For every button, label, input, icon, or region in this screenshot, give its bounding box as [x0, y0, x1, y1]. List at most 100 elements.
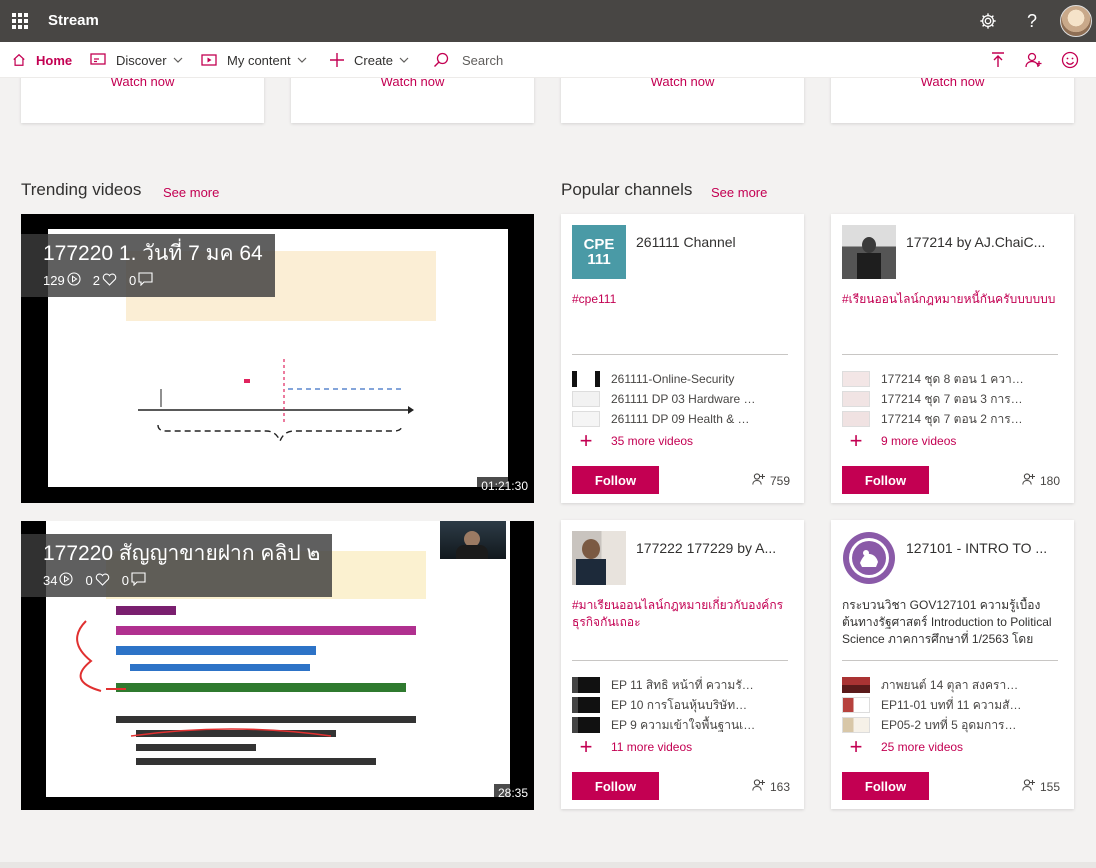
follow-button[interactable]: Follow [842, 466, 929, 494]
discover-icon [90, 53, 106, 67]
video-title: EP05-2 บทที่ 5 อุดมการณ์ท... [881, 717, 1026, 732]
nav-my-content-label: My content [227, 52, 291, 68]
channel-card[interactable]: 127101 - INTRO TO ... กระบวนวิชา GOV1271… [831, 520, 1074, 809]
video-card[interactable]: 177220 สัญญาขายฝาก คลิป ๒ 34 0 0 28:35 [21, 521, 534, 810]
channel-video-list: 261111-Online-Security 261111 DP 03 Hard… [572, 369, 794, 452]
comment-count: 0 [128, 273, 137, 288]
chevron-down-icon [297, 57, 307, 63]
app-name[interactable]: Stream [48, 12, 99, 29]
channel-thumbnail[interactable]: CPE 111 [572, 225, 626, 279]
video-title[interactable]: 177220 1. วันที่ 7 มค 64 [43, 240, 263, 268]
list-item[interactable]: 177214 ชุด 8 ตอน 1 ความร... [842, 369, 1064, 389]
follow-button[interactable]: Follow [842, 772, 929, 800]
video-title: 261111 DP 09 Health & G... [611, 412, 756, 426]
channel-video-list: EP 11 สิทธิ หน้าที่ ความรับผิ... EP 10 ก… [572, 675, 794, 758]
app-bar: Stream ? [0, 0, 1096, 42]
video-thumbnail [572, 371, 600, 387]
nav-home[interactable]: Home [12, 42, 72, 78]
channel-description[interactable]: กระบวนวิชา GOV127101 ความรู้เบื้องต้นทาง… [842, 597, 1062, 649]
more-videos-link[interactable]: +25 more videos [842, 736, 1064, 758]
channel-card[interactable]: CPE 111 261111 Channel #cpe111 261111-On… [561, 214, 804, 503]
channel-video-list: 177214 ชุด 8 ตอน 1 ความร... 177214 ชุด 7… [842, 369, 1064, 452]
app-launcher-icon[interactable] [12, 13, 28, 29]
follower-count-value: 180 [1039, 473, 1060, 488]
video-title: 261111 DP 03 Hardware (... [611, 392, 756, 406]
settings-gear-icon[interactable] [976, 9, 1000, 33]
channel-card[interactable]: 177222 177229 by A... #มาเรียนออนไลน์กฎห… [561, 520, 804, 809]
chevron-down-icon [399, 57, 409, 63]
search-input[interactable] [462, 52, 642, 68]
list-item[interactable]: 177214 ชุด 7 ตอน 3 การคุ้ม... [842, 389, 1064, 409]
list-item[interactable]: EP 9 ความเข้าใจพื้นฐานเกี่ย... [572, 715, 794, 735]
comment-icon [131, 572, 146, 589]
video-title: ภาพยนต์ 14 ตุลา สงครามปร... [881, 677, 1026, 692]
like-count: 2 [92, 273, 100, 288]
video-title: EP 9 ความเข้าใจพื้นฐานเกี่ย... [611, 717, 756, 732]
channel-thumbnail[interactable] [572, 531, 626, 585]
channel-name[interactable]: 177214 by AJ.ChaiC... [906, 234, 1066, 250]
channel-card[interactable]: 177214 by AJ.ChaiC... #เรียนออนไลน์กฎหมา… [831, 214, 1074, 503]
page-bottom-edge [0, 862, 1096, 868]
search-icon [433, 52, 449, 68]
follower-count-value: 759 [769, 473, 790, 488]
list-item[interactable]: EP 11 สิทธิ หน้าที่ ความรับผิ... [572, 675, 794, 695]
heart-icon [102, 273, 117, 289]
video-info-overlay: 177220 1. วันที่ 7 มค 64 129 2 0 [21, 234, 275, 297]
video-title: 177214 ชุด 8 ตอน 1 ความร... [881, 371, 1026, 386]
video-thumbnail [842, 371, 870, 387]
list-item[interactable]: ภาพยนต์ 14 ตุลา สงครามปร... [842, 675, 1064, 695]
list-item[interactable]: 177214 ชุด 7 ตอน 2 การคุ้ม... [842, 409, 1064, 429]
channel-description[interactable]: #เรียนออนไลน์กฎหมายหนี้กันครับบบบบบ [842, 291, 1062, 308]
channel-name[interactable]: 261111 Channel [636, 234, 796, 250]
follow-button[interactable]: Follow [572, 466, 659, 494]
plus-icon [330, 53, 344, 67]
nav-create-label: Create [354, 52, 394, 68]
video-title: EP 10 การโอนหุ้นบริษัทจำกัด [611, 697, 756, 712]
channel-thumbnail[interactable] [842, 531, 896, 585]
divider [572, 660, 788, 661]
video-icon [201, 54, 217, 66]
video-thumbnail [572, 717, 600, 733]
video-thumbnail [842, 391, 870, 407]
more-videos-link[interactable]: +11 more videos [572, 736, 794, 758]
list-item[interactable]: EP05-2 บทที่ 5 อุดมการณ์ท... [842, 715, 1064, 735]
view-count: 129 [43, 273, 65, 288]
popular-see-more-link[interactable]: See more [711, 185, 767, 200]
list-item[interactable]: EP11-01 บทที่ 11 ความสัม... [842, 695, 1064, 715]
video-thumbnail [842, 677, 870, 693]
video-title[interactable]: 177220 สัญญาขายฝาก คลิป ๒ [43, 540, 320, 568]
view-count: 34 [43, 573, 58, 588]
video-thumbnail [572, 411, 600, 427]
plus-icon: + [579, 428, 593, 453]
video-card[interactable]: 177220 1. วันที่ 7 มค 64 129 2 0 01:21:3… [21, 214, 534, 503]
more-videos-link[interactable]: +9 more videos [842, 430, 1064, 452]
follower-count: 163 [752, 779, 790, 794]
more-videos-label: 35 more videos [611, 434, 694, 448]
channel-name[interactable]: 127101 - INTRO TO ... [906, 540, 1066, 556]
list-item[interactable]: 261111 DP 09 Health & G... [572, 409, 794, 429]
feedback-smiley-icon[interactable] [1060, 50, 1080, 70]
nav-my-content[interactable]: My content [201, 42, 307, 78]
nav-discover[interactable]: Discover [90, 42, 183, 78]
nav-create[interactable]: Create [330, 42, 409, 78]
upload-icon[interactable] [988, 50, 1008, 70]
trending-see-more-link[interactable]: See more [163, 185, 219, 200]
channel-name[interactable]: 177222 177229 by A... [636, 540, 796, 556]
search-box[interactable] [433, 42, 642, 78]
channel-thumbnail[interactable] [842, 225, 896, 279]
list-item[interactable]: 261111-Online-Security [572, 369, 794, 389]
follow-button[interactable]: Follow [572, 772, 659, 800]
add-user-icon[interactable] [1024, 50, 1044, 70]
list-item[interactable]: 261111 DP 03 Hardware (... [572, 389, 794, 409]
channel-description[interactable]: #cpe111 [572, 291, 792, 308]
channel-description[interactable]: #มาเรียนออนไลน์กฎหมายเกี่ยวกับองค์กรธุรก… [572, 597, 792, 631]
follower-count-value: 155 [1039, 779, 1060, 794]
more-videos-link[interactable]: +35 more videos [572, 430, 794, 452]
follower-count: 155 [1022, 779, 1060, 794]
divider [842, 354, 1058, 355]
list-item[interactable]: EP 10 การโอนหุ้นบริษัทจำกัด [572, 695, 794, 715]
help-icon[interactable]: ? [1020, 9, 1044, 33]
video-thumbnail [572, 697, 600, 713]
video-title: 177214 ชุด 7 ตอน 2 การคุ้ม... [881, 411, 1026, 426]
user-avatar[interactable] [1060, 5, 1092, 37]
